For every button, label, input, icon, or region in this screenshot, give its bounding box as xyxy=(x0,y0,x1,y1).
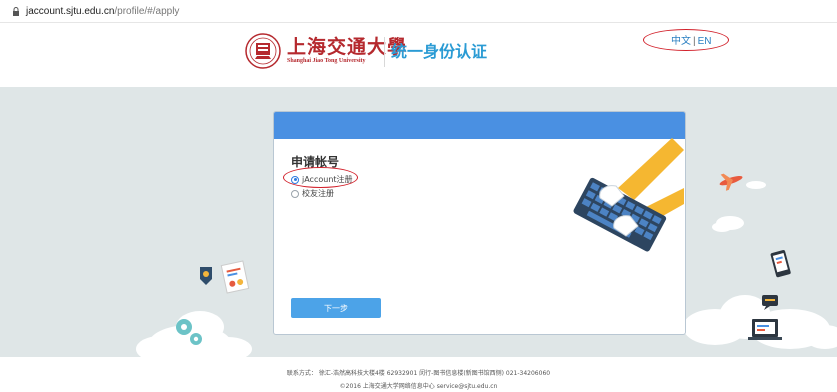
radio-alumni[interactable] xyxy=(291,189,299,198)
address-bar[interactable]: jaccount.sjtu.edu.cn /profile/#/apply xyxy=(0,0,837,23)
system-title: 统一身份认证 xyxy=(391,42,488,61)
next-step-button[interactable]: 下一步 xyxy=(291,298,381,318)
option-highlight-circle xyxy=(283,167,358,188)
footer-contact: 联系方式： 徐汇-浩然高科技大楼4楼 62932901 闵行-图书信息楼(新图书… xyxy=(286,370,551,377)
keyboard-illustration xyxy=(573,138,684,252)
apply-account-card: 申请帐号 jAccount注册 校友注册 下一步 xyxy=(273,111,686,335)
badge-icon xyxy=(200,267,212,285)
option-alumni[interactable]: 校友注册 xyxy=(291,188,334,199)
chart-paper-icon xyxy=(220,260,250,294)
brand-divider xyxy=(384,37,385,67)
url-host: jaccount.sjtu.edu.cn xyxy=(26,5,115,17)
site-footer: 联系方式： 徐汇-浩然高科技大楼4楼 62932901 闵行-图书信息楼(新图书… xyxy=(0,357,837,392)
phone-icon xyxy=(770,250,791,278)
university-name-en: Shanghai Jiao Tong University xyxy=(287,58,366,64)
university-seal-icon xyxy=(245,33,281,69)
university-name-cn: 上海交通大學 xyxy=(287,36,408,58)
language-highlight-circle xyxy=(643,29,729,51)
main-area: 申请帐号 jAccount注册 校友注册 下一步 xyxy=(0,87,837,357)
laptop-icon xyxy=(748,319,782,340)
url-path: /profile/#/apply xyxy=(114,5,180,17)
footer-copyright: ©2016 上海交通大学网络信息中心 service@sjtu.edu.cn xyxy=(339,383,498,390)
site-header: 上海交通大學 Shanghai Jiao Tong University 统一身… xyxy=(0,23,837,87)
card-header xyxy=(274,112,685,139)
lock-icon xyxy=(13,6,19,16)
option-alumni-label: 校友注册 xyxy=(302,189,334,198)
airplane-icon xyxy=(719,173,743,191)
